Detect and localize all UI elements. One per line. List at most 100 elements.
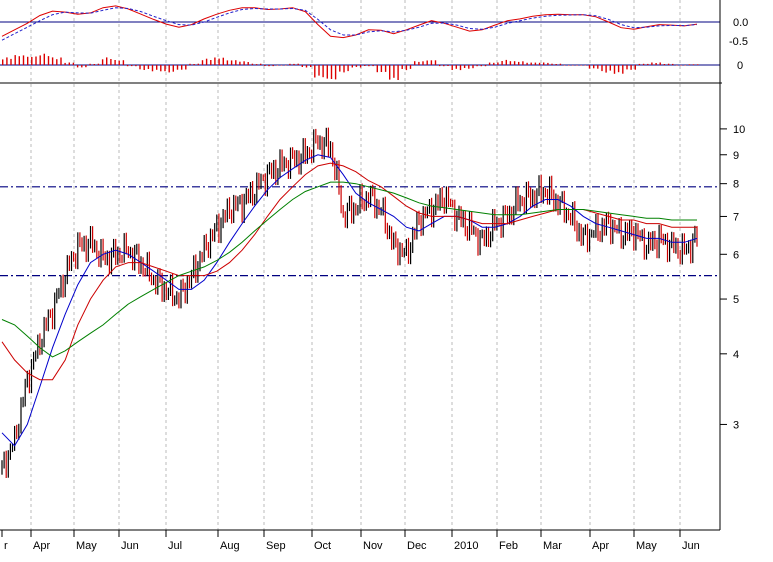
histogram-bar <box>443 65 445 67</box>
y-tick-label: 3 <box>733 419 739 431</box>
x-tick-label: r <box>4 540 8 552</box>
histogram-bar <box>156 65 158 70</box>
histogram-bar <box>226 60 229 65</box>
histogram-bar <box>426 60 428 65</box>
x-tick-label: Dec <box>407 540 427 552</box>
histogram-bar <box>617 65 620 73</box>
histogram-bar <box>434 60 437 65</box>
histogram-bar <box>64 62 66 65</box>
histogram-bar <box>347 65 349 72</box>
histogram-bar <box>214 57 216 65</box>
histogram-bar <box>339 65 341 72</box>
histogram-bar <box>572 65 574 66</box>
histogram-bar <box>397 65 399 80</box>
histogram-bar <box>314 65 316 78</box>
histogram-bar <box>418 61 420 65</box>
stock-chart: 0.0 -0.5 0 10 9 8 7 6 5 4 3 r Apr May Jun Jul Aug Sep… <box>0 0 773 562</box>
histogram-bar <box>164 65 166 72</box>
histogram-bar <box>401 65 403 69</box>
histogram-bar <box>139 65 141 70</box>
histogram-bar <box>297 63 299 65</box>
histogram-bar <box>147 65 150 69</box>
histogram-bar <box>576 65 578 66</box>
histogram-bar <box>18 56 20 65</box>
y-tick-label: 4 <box>733 349 739 361</box>
histogram-bar <box>463 65 466 68</box>
x-tick-label: May <box>76 540 97 552</box>
histogram-bar <box>613 65 616 74</box>
histogram-bar <box>81 65 83 68</box>
histogram-bar <box>151 65 154 72</box>
histogram-bar <box>647 63 649 65</box>
histogram-bar <box>476 65 478 67</box>
histogram-bar <box>131 65 133 67</box>
histogram-bar <box>393 65 395 78</box>
histogram-bar <box>509 61 512 65</box>
histogram-bar <box>243 61 245 65</box>
histogram-bar <box>376 65 378 73</box>
histogram-bar <box>255 64 258 65</box>
histogram-bar <box>530 62 532 65</box>
histogram-bar <box>268 65 270 67</box>
x-tick-label: Apr <box>592 540 609 552</box>
histogram-bar <box>293 63 295 65</box>
histogram-bar <box>68 62 70 65</box>
histogram-bar <box>676 65 678 66</box>
histogram-bar <box>260 63 262 65</box>
histogram-bar <box>468 65 470 69</box>
histogram-bar <box>559 63 562 65</box>
histogram-bar <box>280 65 283 66</box>
histogram-bar <box>218 58 220 65</box>
histogram-bar <box>122 60 125 65</box>
histogram-bar <box>39 55 41 65</box>
histogram-bar <box>384 65 387 72</box>
histogram-bar <box>680 65 682 66</box>
histogram-bar <box>14 55 16 65</box>
y-tick-label: 10 <box>733 124 745 136</box>
x-tick-label: Apr <box>33 540 50 552</box>
histogram-bar <box>210 60 212 65</box>
histogram-bar <box>22 55 25 65</box>
histogram-bar <box>85 65 87 68</box>
histogram-bar <box>189 63 191 65</box>
histogram-bar <box>543 62 545 65</box>
histogram-bar <box>326 65 328 79</box>
histogram-bar <box>60 57 62 65</box>
histogram-bar <box>222 57 224 65</box>
y-tick-label: 8 <box>733 179 739 191</box>
histogram-bar <box>101 59 104 65</box>
histogram-bar <box>551 63 553 65</box>
y-tick-label: 5 <box>733 294 739 306</box>
histogram-bar <box>684 65 686 66</box>
histogram-bar <box>172 65 174 72</box>
histogram-bar <box>168 65 170 73</box>
histogram-bar <box>538 62 541 65</box>
x-tick-label: Mar <box>543 540 562 552</box>
histogram-bar <box>72 62 75 65</box>
histogram-bar <box>568 65 570 66</box>
histogram-bar <box>2 59 4 65</box>
histogram-bar <box>501 61 503 65</box>
histogram-bar <box>334 65 337 80</box>
histogram-bar <box>135 65 137 67</box>
histogram-bar <box>31 57 33 65</box>
histogram-bar <box>6 57 8 65</box>
histogram-bar <box>160 65 162 72</box>
histogram-bar <box>405 65 408 71</box>
histogram-bar <box>651 62 653 65</box>
histogram-bar <box>547 62 549 65</box>
histogram-bar <box>580 65 582 66</box>
y-tick-label: 7 <box>733 211 739 223</box>
histogram-bar <box>235 60 237 65</box>
histogram-bar <box>368 65 370 67</box>
histogram-bar <box>593 65 595 69</box>
x-tick-label: May <box>636 540 657 552</box>
x-tick-label: Jun <box>682 540 700 552</box>
histogram-bar <box>351 65 353 68</box>
histogram-bar <box>185 65 187 70</box>
histogram-bar <box>230 60 233 65</box>
histogram-bar <box>43 53 45 65</box>
x-tick-label: Oct <box>314 540 331 552</box>
histogram-bar <box>27 56 29 65</box>
histogram-bar <box>251 63 254 65</box>
